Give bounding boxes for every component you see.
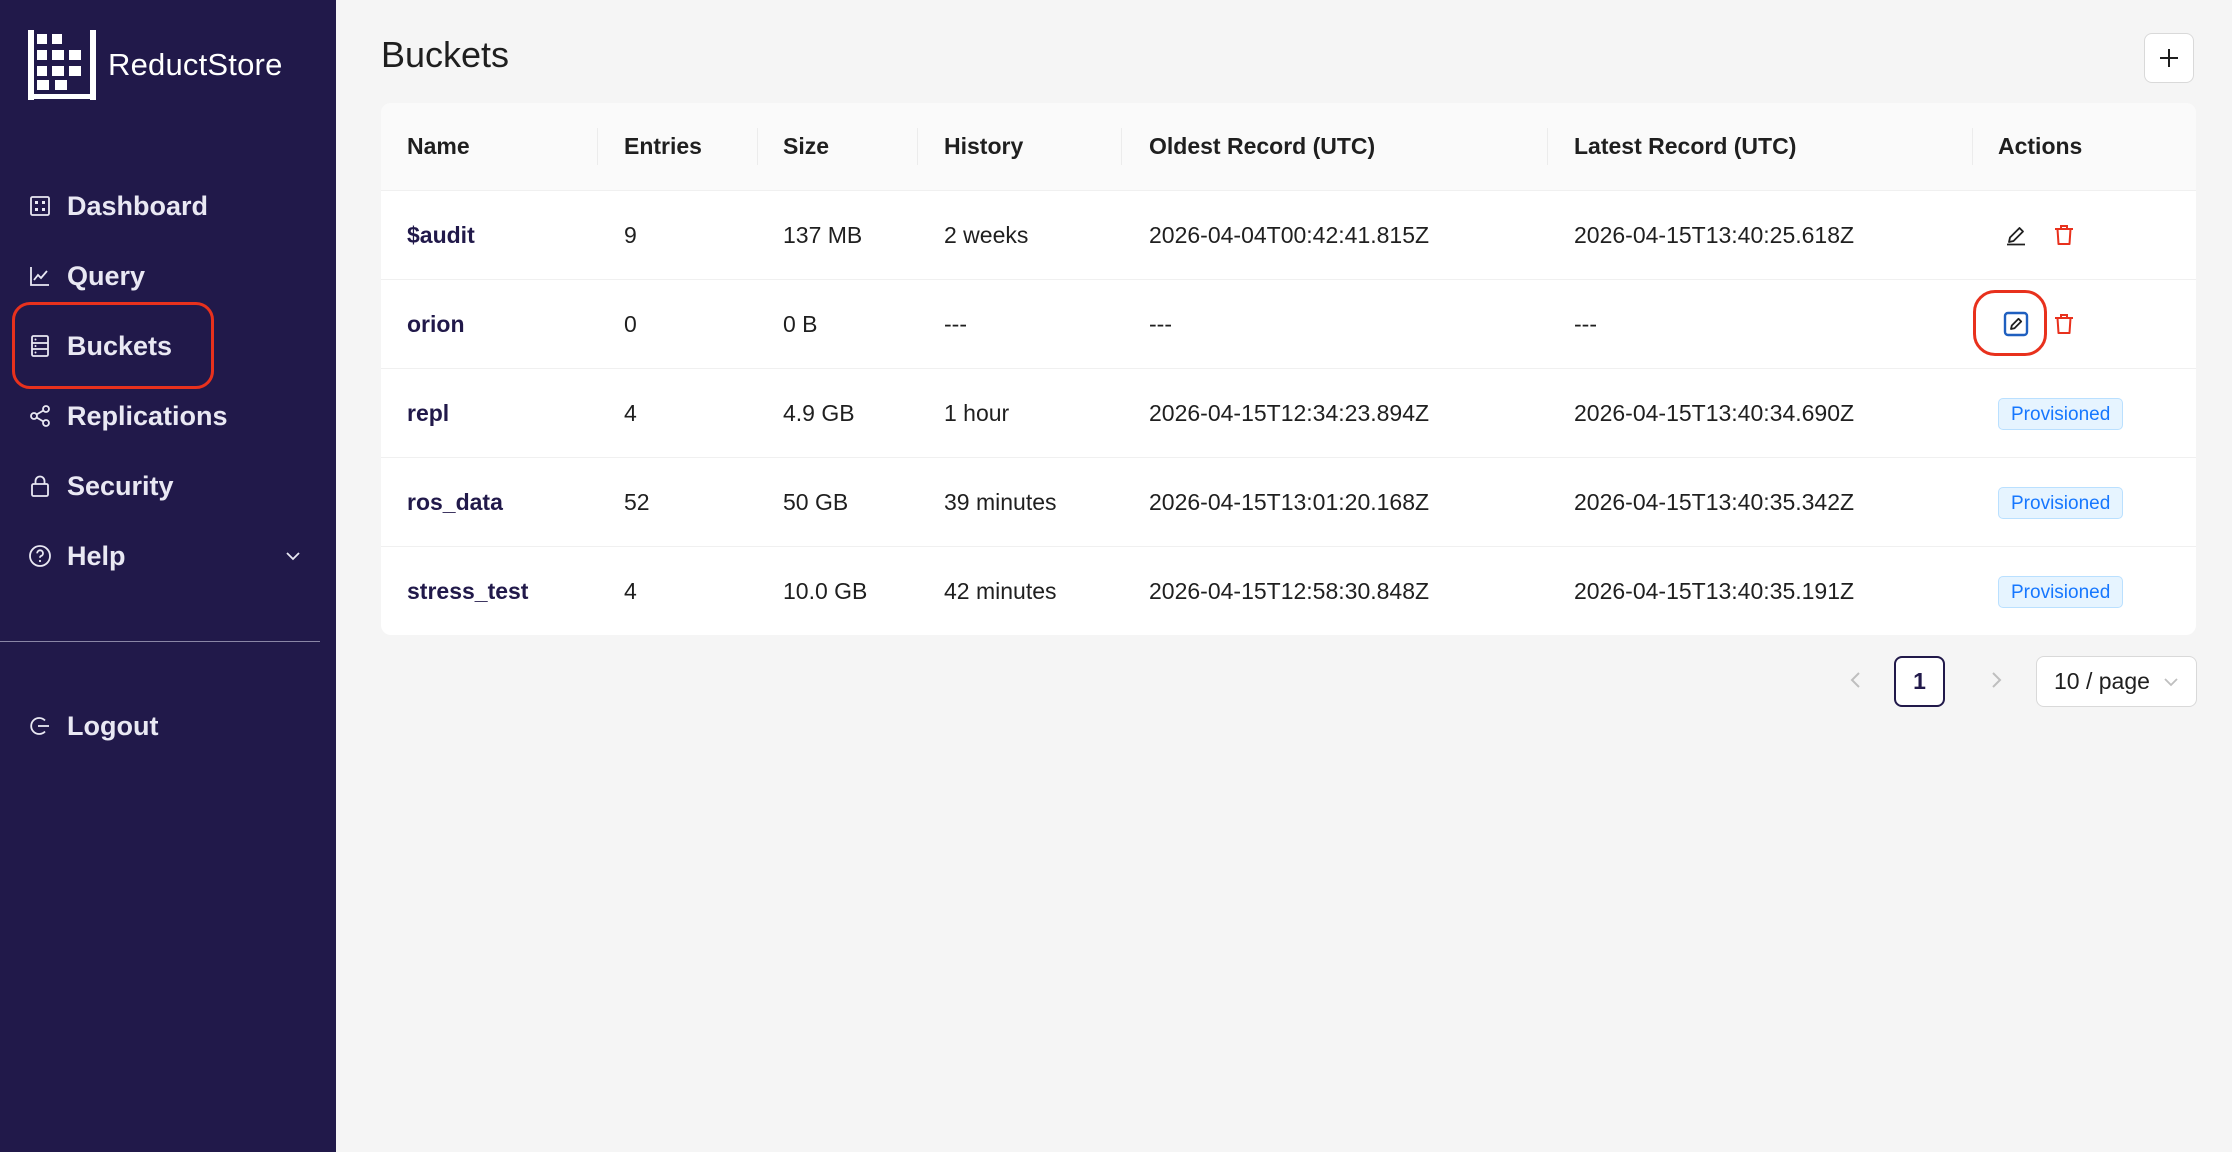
sidebar-item-label: Dashboard (67, 190, 209, 221)
table-row: ros_data 52 50 GB 39 minutes 2026-04-15T… (381, 458, 2196, 547)
oldest-record-cell: 2026-04-15T12:58:30.848Z (1149, 578, 1430, 604)
bucket-name-link[interactable]: $audit (407, 191, 475, 279)
latest-record-cell: 2026-04-15T13:40:34.690Z (1574, 400, 1855, 426)
buckets-highlight-annotation (12, 302, 214, 389)
line-chart-icon (30, 267, 49, 286)
sidebar-item-dashboard[interactable]: Dashboard (0, 176, 336, 236)
lock-icon (31, 475, 49, 497)
history-cell: 39 minutes (944, 489, 1057, 515)
reductstore-logo-icon (28, 30, 96, 100)
chevron-down-icon (2164, 678, 2178, 687)
bucket-name-link[interactable]: stress_test (407, 547, 528, 635)
bucket-name-link[interactable]: repl (407, 369, 449, 457)
delete-bucket-button[interactable] (2049, 309, 2079, 339)
bucket-name-link[interactable]: ros_data (407, 458, 503, 546)
size-cell: 0 B (783, 311, 818, 337)
column-separator (917, 128, 918, 165)
table-row: $audit 9 137 MB 2 weeks 2026-04-04T00:42… (381, 191, 2196, 280)
column-separator (1121, 128, 1122, 165)
table-row: repl 4 4.9 GB 1 hour 2026-04-15T12:34:23… (381, 369, 2196, 458)
oldest-record-cell: 2026-04-15T12:34:23.894Z (1149, 400, 1430, 426)
sidebar-divider (0, 641, 320, 642)
provisioned-badge: Provisioned (1998, 487, 2124, 519)
column-header-oldest[interactable]: Oldest Record (UTC) (1149, 103, 1375, 190)
page-title: Buckets (381, 34, 510, 75)
logout-icon (30, 717, 49, 735)
chevron-down-icon[interactable] (283, 546, 303, 566)
edit-highlight-annotation (1973, 290, 2047, 356)
entries-cell: 0 (624, 311, 637, 337)
history-cell: 2 weeks (944, 222, 1029, 248)
latest-record-cell: --- (1574, 311, 1597, 337)
page-size-select[interactable]: 10 / page (2036, 656, 2197, 707)
column-separator (1972, 128, 1973, 165)
entries-cell: 4 (624, 578, 637, 604)
next-page-icon[interactable] (1984, 668, 2008, 692)
app-name: ReductStore (108, 47, 283, 82)
history-cell: 42 minutes (944, 578, 1057, 604)
add-bucket-button[interactable] (2144, 33, 2194, 83)
column-header-history[interactable]: History (944, 103, 1023, 190)
app-logo[interactable]: ReductStore (27, 30, 283, 100)
latest-record-cell: 2026-04-15T13:40:35.191Z (1574, 578, 1855, 604)
latest-record-cell: 2026-04-15T13:40:35.342Z (1574, 489, 1855, 515)
sidebar-item-help[interactable]: Help (0, 526, 336, 586)
sidebar-item-label: Logout (67, 710, 159, 741)
pagination-page-current[interactable]: 1 (1894, 656, 1945, 707)
sidebar-item-logout[interactable]: Logout (0, 696, 336, 756)
provisioned-badge: Provisioned (1998, 576, 2124, 608)
column-separator (597, 128, 598, 165)
main-content: Buckets Name Entries Size History Oldest… (336, 0, 2232, 1152)
entries-cell: 4 (624, 400, 637, 426)
column-header-latest[interactable]: Latest Record (UTC) (1574, 103, 1796, 190)
column-header-size[interactable]: Size (783, 103, 829, 190)
prev-page-icon[interactable] (1844, 668, 1868, 692)
sidebar-item-label: Replications (67, 400, 228, 431)
oldest-record-cell: 2026-04-04T00:42:41.815Z (1149, 222, 1430, 248)
latest-record-cell: 2026-04-15T13:40:25.618Z (1574, 222, 1855, 248)
delete-bucket-button[interactable] (2049, 220, 2079, 250)
sidebar-item-label: Query (67, 260, 146, 291)
sidebar: ReductStore Dashboard Query Buckets Repl… (0, 0, 336, 1152)
oldest-record-cell: --- (1149, 311, 1172, 337)
size-cell: 137 MB (783, 222, 863, 248)
column-header-actions: Actions (1998, 133, 2083, 159)
table-row: orion 0 0 B --- --- --- (381, 280, 2196, 369)
sidebar-item-replications[interactable]: Replications (0, 386, 336, 446)
delete-icon (2055, 225, 2073, 245)
size-cell: 10.0 GB (783, 578, 868, 604)
sidebar-item-label: Security (67, 470, 174, 501)
table-header: Name Entries Size History Oldest Record … (381, 103, 2196, 191)
column-separator (757, 128, 758, 165)
bucket-name-link[interactable]: orion (407, 280, 465, 368)
sidebar-item-label: Help (67, 540, 126, 571)
entries-cell: 52 (624, 489, 650, 515)
size-cell: 50 GB (783, 489, 849, 515)
entries-cell: 9 (624, 222, 637, 248)
size-cell: 4.9 GB (783, 400, 855, 426)
column-header-name[interactable]: Name (407, 103, 470, 190)
provisioned-badge: Provisioned (1998, 398, 2124, 430)
oldest-record-cell: 2026-04-15T13:01:20.168Z (1149, 489, 1430, 515)
table-row: stress_test 4 10.0 GB 42 minutes 2026-04… (381, 547, 2196, 635)
column-header-entries[interactable]: Entries (624, 103, 702, 190)
column-separator (1547, 128, 1548, 165)
sidebar-item-security[interactable]: Security (0, 456, 336, 516)
plus-icon (2160, 49, 2178, 67)
question-circle-icon (29, 545, 51, 567)
buckets-table: Name Entries Size History Oldest Record … (381, 103, 2196, 635)
history-cell: 1 hour (944, 400, 1010, 426)
dashboard-icon (30, 196, 50, 216)
history-cell: --- (944, 311, 967, 337)
page-size-value: 10 / page (2054, 668, 2150, 694)
edit-icon (2007, 227, 2025, 246)
delete-icon (2055, 314, 2073, 334)
sidebar-item-query[interactable]: Query (0, 246, 336, 306)
edit-bucket-button[interactable] (2001, 220, 2031, 250)
share-icon (30, 405, 50, 427)
